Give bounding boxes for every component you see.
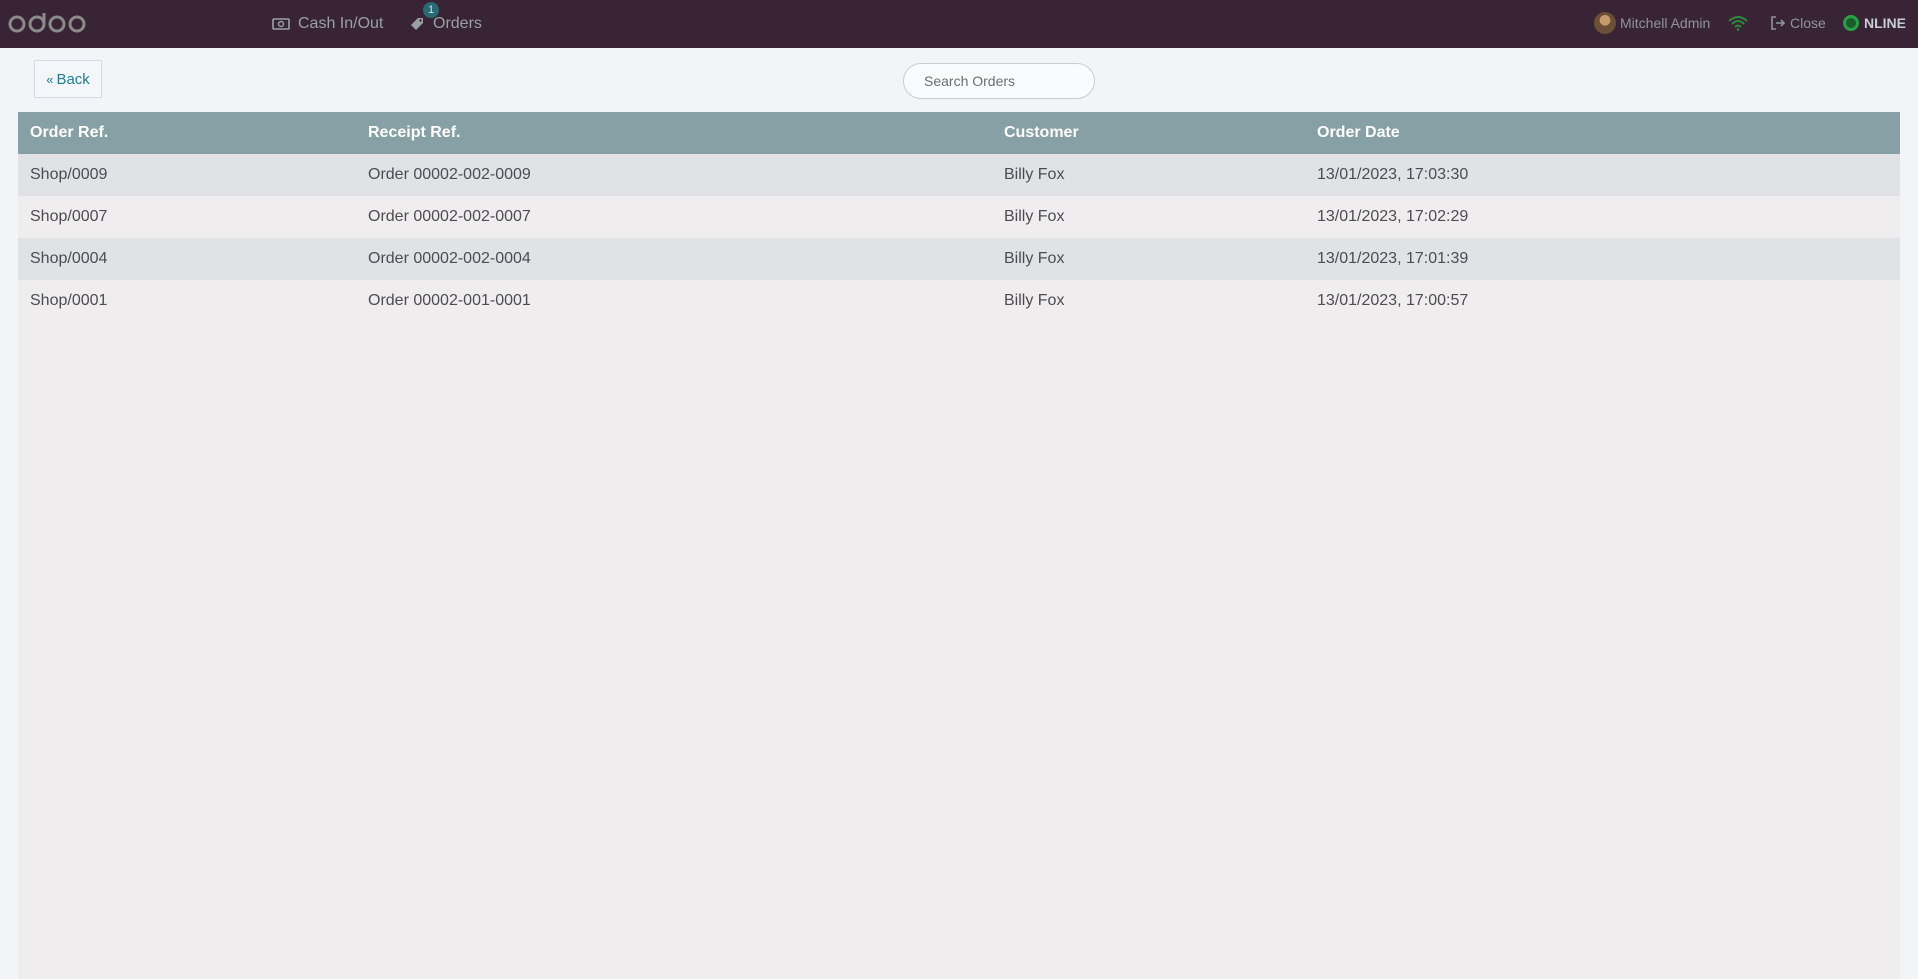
orders-count-badge: 1 (423, 2, 439, 18)
customer-cell: Billy Fox (1004, 166, 1065, 183)
order-date-cell: 13/01/2023, 17:03:30 (1317, 166, 1469, 183)
wifi-icon[interactable] (1728, 0, 1748, 46)
odoo-logo[interactable] (8, 9, 88, 39)
customer-cell: Billy Fox (1004, 250, 1065, 267)
top-bar: Cash In/Out 1 Orders Mitchell Admin Clos… (0, 0, 1918, 48)
receipt-ref-cell: Order 00002-002-0004 (368, 250, 531, 267)
column-header-customer: Customer (1004, 124, 1079, 141)
table-row[interactable]: Shop/0001 Order 00002-001-0001 Billy Fox… (18, 280, 1900, 322)
search-input[interactable] (903, 63, 1095, 99)
tag-icon: 1 (409, 2, 439, 32)
online-status-icon (1843, 15, 1859, 31)
order-date-cell: 13/01/2023, 17:02:29 (1317, 208, 1469, 225)
sync-status[interactable]: NLINE (1843, 0, 1906, 46)
order-ref-cell: Shop/0007 (30, 208, 108, 225)
table-row[interactable]: Shop/0009 Order 00002-002-0009 Billy Fox… (18, 154, 1900, 196)
user-menu[interactable]: Mitchell Admin (1594, 0, 1710, 46)
orders-button[interactable]: 1 Orders (409, 0, 482, 48)
sign-out-icon (1770, 16, 1786, 30)
orders-table: Order Ref. Receipt Ref. Customer Order D… (18, 112, 1900, 979)
table-row[interactable]: Shop/0007 Order 00002-002-0007 Billy Fox… (18, 196, 1900, 238)
receipt-ref-cell: Order 00002-002-0009 (368, 166, 531, 183)
customer-cell: Billy Fox (1004, 292, 1065, 309)
avatar (1594, 12, 1616, 34)
column-header-order-date: Order Date (1317, 124, 1400, 141)
table-row[interactable]: Shop/0004 Order 00002-002-0004 Billy Fox… (18, 238, 1900, 280)
back-button[interactable]: « Back (34, 60, 102, 98)
user-name: Mitchell Admin (1620, 15, 1711, 31)
table-header: Order Ref. Receipt Ref. Customer Order D… (18, 112, 1900, 154)
orders-label: Orders (433, 15, 482, 32)
customer-cell: Billy Fox (1004, 208, 1065, 225)
receipt-ref-cell: Order 00002-002-0007 (368, 208, 531, 225)
back-label: Back (56, 70, 90, 88)
cash-in-out-label: Cash In/Out (298, 15, 384, 32)
double-chevron-left-icon: « (46, 71, 54, 87)
column-header-receipt-ref: Receipt Ref. (368, 124, 461, 141)
column-header-order-ref: Order Ref. (30, 124, 109, 141)
receipt-ref-cell: Order 00002-001-0001 (368, 292, 531, 309)
order-ref-cell: Shop/0004 (30, 250, 108, 267)
money-icon (272, 17, 290, 31)
status-label: NLINE (1864, 15, 1906, 31)
order-ref-cell: Shop/0009 (30, 166, 108, 183)
order-date-cell: 13/01/2023, 17:01:39 (1317, 250, 1469, 267)
order-date-cell: 13/01/2023, 17:00:57 (1317, 292, 1469, 309)
close-session-button[interactable]: Close (1770, 0, 1826, 46)
cash-in-out-button[interactable]: Cash In/Out (272, 0, 383, 48)
close-label: Close (1790, 15, 1826, 31)
order-ref-cell: Shop/0001 (30, 292, 108, 309)
